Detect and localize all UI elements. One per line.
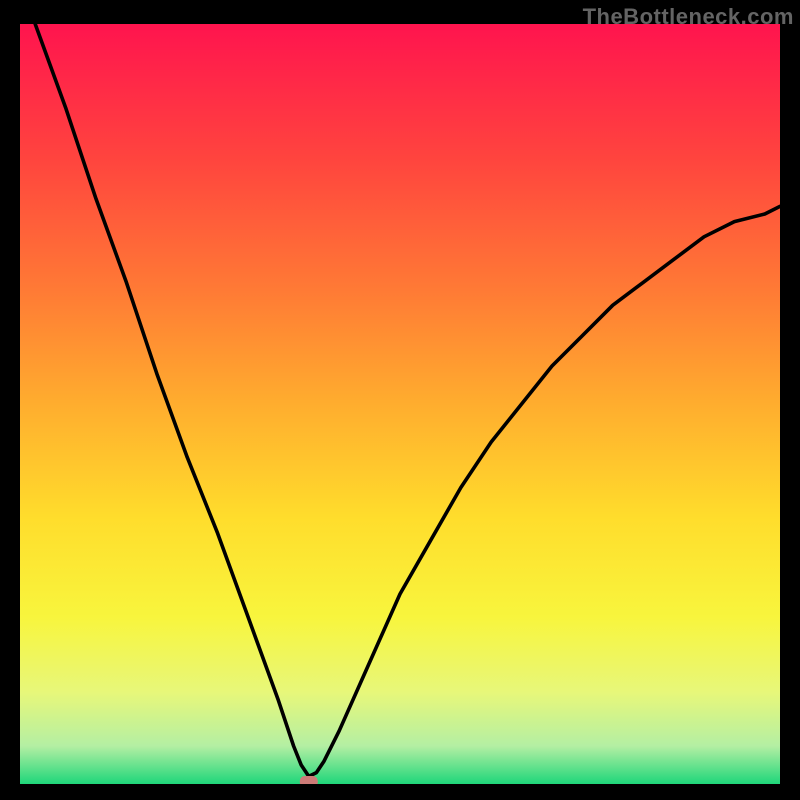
chart-container: TheBottleneck.com [0,0,800,800]
plot-area [20,24,780,784]
gradient-background [20,24,780,784]
watermark-text: TheBottleneck.com [583,4,794,30]
chart-svg [20,24,780,784]
optimal-point-marker [300,776,318,784]
